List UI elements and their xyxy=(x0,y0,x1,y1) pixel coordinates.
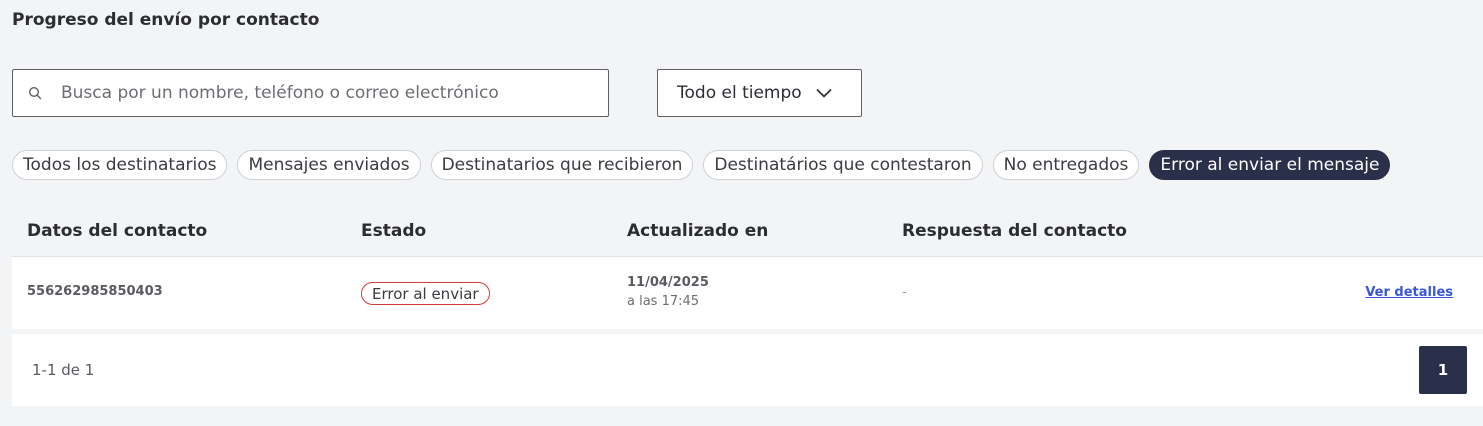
view-details-link[interactable]: Ver detalles xyxy=(1365,285,1453,300)
pagination-range: 1-1 de 1 xyxy=(32,361,95,379)
search-input[interactable] xyxy=(57,70,608,116)
contact-reply: - xyxy=(902,285,907,300)
updated-date: 11/04/2025 xyxy=(627,275,709,290)
search-box[interactable] xyxy=(12,69,609,117)
chip-recipients-received[interactable]: Destinatarios que recibieron xyxy=(430,150,694,180)
column-header-reply: Respuesta del contacto xyxy=(902,221,1127,241)
chip-not-delivered[interactable]: No entregados xyxy=(992,150,1140,180)
chevron-down-icon xyxy=(816,83,832,103)
chip-messages-sent[interactable]: Mensajes enviados xyxy=(237,150,421,180)
time-filter-select[interactable]: Todo el tiempo xyxy=(657,69,862,117)
table-header: Datos del contacto Estado Actualizado en… xyxy=(12,207,1483,257)
chip-recipients-replied[interactable]: Destinatários que contestaron xyxy=(703,150,983,180)
column-header-updated: Actualizado en xyxy=(627,221,769,241)
column-header-status: Estado xyxy=(361,221,427,241)
page-button-1[interactable]: 1 xyxy=(1419,346,1467,394)
page-title: Progreso del envío por contacto xyxy=(12,10,320,30)
column-header-contact: Datos del contacto xyxy=(27,221,208,241)
chip-send-error[interactable]: Error al enviar el mensaje xyxy=(1149,150,1391,180)
status-filter-chips: Todos los destinatarios Mensajes enviado… xyxy=(12,150,1391,180)
pagination-bar: 1-1 de 1 1 xyxy=(12,334,1483,406)
contact-phone: 556262985850403 xyxy=(27,284,163,299)
chip-all-recipients[interactable]: Todos los destinatarios xyxy=(12,150,228,180)
time-filter-value: Todo el tiempo xyxy=(677,83,802,103)
updated-time: a las 17:45 xyxy=(627,294,700,309)
table-row: 556262985850403 Error al enviar 11/04/20… xyxy=(12,257,1483,329)
status-badge: Error al enviar xyxy=(361,282,490,305)
search-icon xyxy=(13,86,57,100)
